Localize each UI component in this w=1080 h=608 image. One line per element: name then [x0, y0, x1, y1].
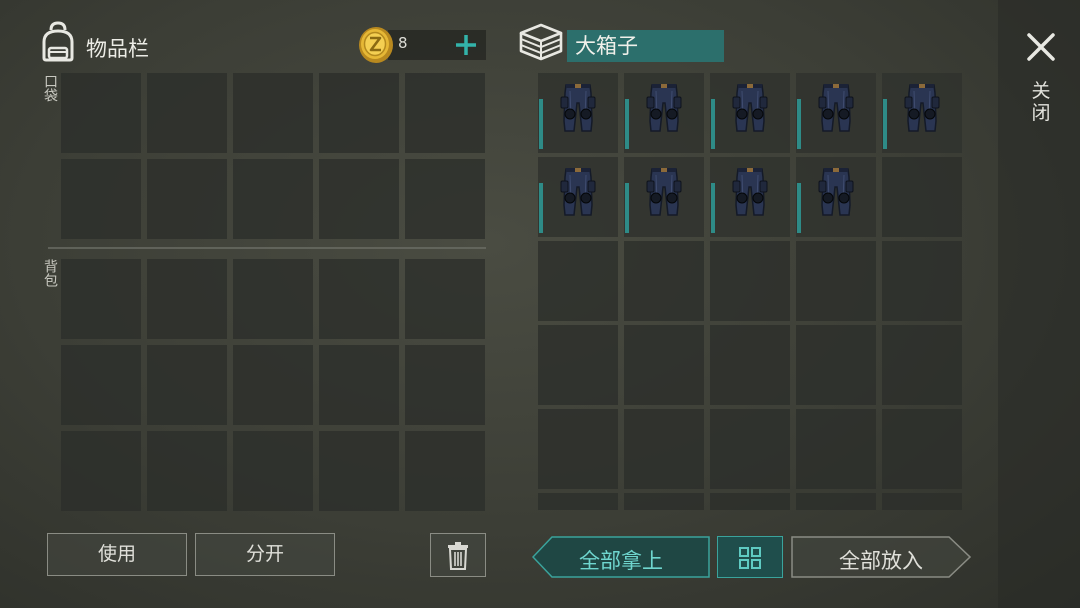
- backpack-slot[interactable]: [147, 345, 227, 425]
- backpack-slot[interactable]: [147, 259, 227, 339]
- durability-bar: [883, 99, 887, 149]
- container-slot[interactable]: [796, 241, 876, 321]
- close-button[interactable]: 关闭: [1029, 80, 1053, 124]
- pants-icon: [646, 167, 682, 216]
- container-slot[interactable]: [538, 73, 618, 153]
- container-slot[interactable]: [624, 409, 704, 489]
- durability-bar: [625, 99, 629, 149]
- put-all-button[interactable]: 全部放入: [791, 536, 971, 578]
- close-icon[interactable]: [1024, 30, 1058, 64]
- grid-icon: [739, 547, 761, 569]
- container-slot[interactable]: [710, 325, 790, 405]
- container-slot[interactable]: [882, 157, 962, 237]
- pants-icon: [818, 167, 854, 216]
- pocket-slot[interactable]: [147, 73, 227, 153]
- backpack-slot[interactable]: [405, 259, 485, 339]
- pants-icon: [646, 83, 682, 132]
- crate-icon: [518, 22, 564, 66]
- coin-count: 8: [398, 34, 408, 52]
- pants-icon: [904, 83, 940, 132]
- backpack-label: 背包: [42, 259, 58, 287]
- container-slot[interactable]: [538, 493, 618, 510]
- durability-bar: [711, 99, 715, 149]
- pants-icon: [732, 167, 768, 216]
- container-slot[interactable]: [882, 241, 962, 321]
- take-all-label: 全部拿上: [579, 549, 663, 573]
- backpack-slot[interactable]: [61, 345, 141, 425]
- container-slot[interactable]: [796, 493, 876, 510]
- backpack-slot[interactable]: [319, 345, 399, 425]
- pocket-slot[interactable]: [319, 73, 399, 153]
- container-slot[interactable]: [710, 493, 790, 510]
- container-slot[interactable]: [796, 325, 876, 405]
- container-slot[interactable]: [538, 325, 618, 405]
- backpack-slot[interactable]: [233, 345, 313, 425]
- durability-bar: [539, 183, 543, 233]
- pocket-slot[interactable]: [405, 159, 485, 239]
- coin-icon: [356, 25, 396, 69]
- pants-icon: [732, 83, 768, 132]
- backpack-slot[interactable]: [61, 431, 141, 511]
- durability-bar: [797, 183, 801, 233]
- backpack-slot[interactable]: [61, 259, 141, 339]
- backpack-slot[interactable]: [233, 259, 313, 339]
- container-slot[interactable]: [796, 157, 876, 237]
- durability-bar: [797, 99, 801, 149]
- container-slot[interactable]: [624, 325, 704, 405]
- backpack-slot[interactable]: [233, 431, 313, 511]
- container-slot[interactable]: [624, 73, 704, 153]
- inventory-title: 物品栏: [86, 37, 149, 61]
- delete-button[interactable]: [430, 533, 486, 577]
- pocket-slot[interactable]: [61, 73, 141, 153]
- durability-bar: [711, 183, 715, 233]
- container-slot[interactable]: [882, 409, 962, 489]
- durability-bar: [625, 183, 629, 233]
- container-slot[interactable]: [710, 73, 790, 153]
- container-name: 大箱子: [567, 30, 724, 62]
- pocket-label: 口袋: [42, 74, 58, 102]
- backpack-slot[interactable]: [405, 431, 485, 511]
- container-slot[interactable]: [624, 493, 704, 510]
- container-slot[interactable]: [710, 241, 790, 321]
- backpack-slot[interactable]: [319, 259, 399, 339]
- trash-icon: [448, 542, 468, 570]
- backpack-slot[interactable]: [405, 345, 485, 425]
- pocket-slot[interactable]: [405, 73, 485, 153]
- durability-bar: [539, 99, 543, 149]
- container-slot[interactable]: [796, 409, 876, 489]
- container-slot[interactable]: [882, 73, 962, 153]
- container-slot[interactable]: [882, 493, 962, 510]
- pants-icon: [560, 83, 596, 132]
- section-divider: [48, 247, 486, 249]
- backpack-slot[interactable]: [319, 431, 399, 511]
- container-slot[interactable]: [538, 241, 618, 321]
- container-slot[interactable]: [624, 157, 704, 237]
- pocket-slot[interactable]: [147, 159, 227, 239]
- pocket-slot[interactable]: [61, 159, 141, 239]
- container-slot[interactable]: [710, 409, 790, 489]
- pants-icon: [560, 167, 596, 216]
- container-slot[interactable]: [796, 73, 876, 153]
- container-slot[interactable]: [538, 157, 618, 237]
- add-coins-button[interactable]: [452, 30, 480, 60]
- put-all-label: 全部放入: [839, 549, 923, 573]
- split-button[interactable]: 分开: [195, 533, 335, 576]
- pocket-slot[interactable]: [319, 159, 399, 239]
- container-slot[interactable]: [882, 325, 962, 405]
- container-slot[interactable]: [624, 241, 704, 321]
- sort-button[interactable]: [717, 536, 783, 578]
- pocket-slot[interactable]: [233, 159, 313, 239]
- backpack-icon: [38, 20, 78, 66]
- pocket-slot[interactable]: [233, 73, 313, 153]
- use-button[interactable]: 使用: [47, 533, 187, 576]
- container-slot[interactable]: [538, 409, 618, 489]
- backpack-slot[interactable]: [147, 431, 227, 511]
- container-slot[interactable]: [710, 157, 790, 237]
- pants-icon: [818, 83, 854, 132]
- take-all-button[interactable]: 全部拿上: [532, 536, 710, 578]
